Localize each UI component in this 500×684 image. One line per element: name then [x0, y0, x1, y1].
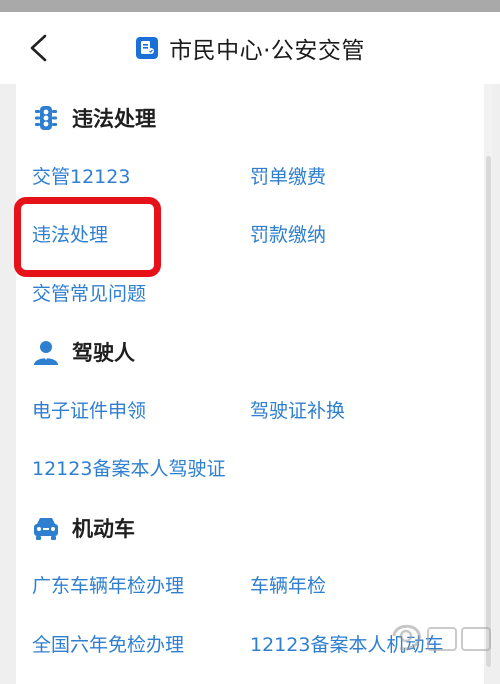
link-12123-register-license[interactable]: 12123备案本人驾驶证 — [32, 456, 225, 482]
back-arrow-icon — [30, 34, 47, 62]
section-header-driver: 驾驶人 — [16, 332, 135, 372]
traffic-light-icon — [35, 106, 57, 130]
app-header: 市民中心·公安交管 — [0, 12, 500, 84]
link-ticket-payment[interactable]: 罚单缴费 — [250, 164, 326, 190]
status-bar-strip — [0, 0, 500, 12]
link-vehicle-inspection[interactable]: 车辆年检 — [250, 573, 326, 599]
driver-person-icon — [34, 341, 58, 365]
link-traffic-faq[interactable]: 交管常见问题 — [32, 281, 146, 307]
title-group: 市民中心·公安交管 — [0, 12, 500, 84]
scrollbar-thumb[interactable] — [486, 156, 491, 667]
link-guangdong-inspection[interactable]: 广东车辆年检办理 — [32, 573, 184, 599]
citizen-center-app-icon — [136, 37, 159, 59]
link-fine-payment[interactable]: 罚款缴纳 — [250, 222, 326, 248]
section-title: 驾驶人 — [72, 341, 135, 365]
back-button[interactable] — [20, 30, 56, 66]
baidu-jingyan-watermark-icon — [392, 624, 491, 651]
section-header-vehicle: 机动车 — [16, 508, 135, 548]
page-title: 市民中心·公安交管 — [169, 38, 365, 64]
link-jiaoguan-12123[interactable]: 交管12123 — [32, 164, 130, 190]
section-title: 机动车 — [72, 517, 135, 541]
section-title: 违法处理 — [72, 107, 156, 131]
link-six-year-exemption[interactable]: 全国六年免检办理 — [32, 632, 184, 658]
section-header-violation: 违法处理 — [16, 98, 156, 138]
link-license-replacement[interactable]: 驾驶证补换 — [250, 398, 345, 424]
highlight-annotation-box — [14, 197, 161, 277]
car-icon — [34, 518, 58, 540]
link-e-certificate[interactable]: 电子证件申领 — [32, 398, 146, 424]
